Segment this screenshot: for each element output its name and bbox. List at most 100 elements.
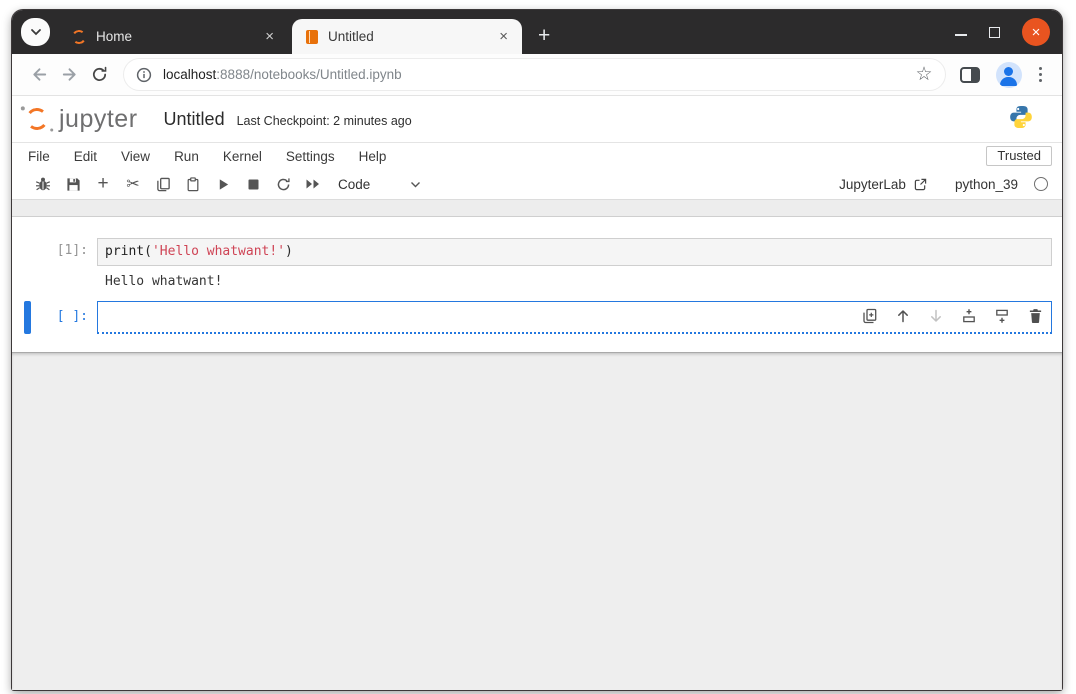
url-text[interactable]: localhost:8888/notebooks/Untitled.ipynb bbox=[163, 67, 402, 82]
notebook-cells-area: [1]: print('Hello whatwant!') Hello what… bbox=[12, 217, 1062, 352]
menu-help[interactable]: Help bbox=[347, 146, 399, 167]
move-cell-up-button[interactable] bbox=[893, 306, 913, 326]
menu-run[interactable]: Run bbox=[162, 146, 211, 167]
minimize-button[interactable] bbox=[955, 34, 967, 36]
site-info-icon[interactable] bbox=[136, 67, 152, 83]
menu-kernel[interactable]: Kernel bbox=[211, 146, 274, 167]
restart-run-all-button[interactable] bbox=[298, 172, 328, 196]
browser-toolbar: localhost:8888/notebooks/Untitled.ipynb … bbox=[12, 54, 1062, 96]
browser-window: Home × Untitled × + × localhost:8888/not… bbox=[12, 10, 1062, 690]
restart-kernel-button[interactable] bbox=[268, 172, 298, 196]
code-token: ( bbox=[144, 244, 152, 259]
fast-forward-icon bbox=[306, 179, 319, 189]
menu-bar: File Edit View Run Kernel Settings Help … bbox=[12, 143, 1062, 169]
trash-icon bbox=[1029, 309, 1041, 324]
reload-button[interactable] bbox=[84, 60, 114, 90]
tab-home[interactable]: Home × bbox=[58, 19, 288, 54]
save-icon bbox=[66, 177, 80, 191]
forward-button[interactable] bbox=[54, 60, 84, 90]
browser-menu-icon[interactable] bbox=[1031, 66, 1051, 83]
menu-file[interactable]: File bbox=[16, 146, 62, 167]
execution-prompt: [1]: bbox=[56, 243, 88, 258]
menu-settings[interactable]: Settings bbox=[274, 146, 347, 167]
last-checkpoint: Last Checkpoint: 2 minutes ago bbox=[236, 113, 412, 128]
jupyter-favicon-icon bbox=[71, 28, 87, 45]
code-token: print bbox=[105, 244, 145, 259]
paste-icon bbox=[187, 176, 199, 191]
jupyter-logo-icon[interactable] bbox=[24, 106, 50, 132]
insert-cell-below-button[interactable] bbox=[992, 306, 1012, 326]
tab-untitled[interactable]: Untitled × bbox=[292, 19, 522, 54]
notebook-panel: [1]: print('Hello whatwant!') Hello what… bbox=[12, 217, 1062, 690]
duplicate-cell-button[interactable] bbox=[860, 306, 880, 326]
code-cell-1: [1]: print('Hello whatwant!') bbox=[12, 238, 1062, 266]
paste-cell-button[interactable] bbox=[178, 172, 208, 196]
insert-cell-button[interactable]: + bbox=[88, 172, 118, 196]
cell-type-chevron-icon[interactable] bbox=[410, 181, 421, 188]
insert-below-icon bbox=[996, 309, 1008, 323]
copy-icon bbox=[156, 177, 170, 191]
cell-collapser[interactable] bbox=[24, 301, 31, 334]
cell-toolbar bbox=[860, 306, 1045, 326]
code-cell-2: [ ]: bbox=[12, 301, 1062, 334]
cell-type-select[interactable]: Code bbox=[338, 177, 370, 192]
delete-cell-button[interactable] bbox=[1025, 306, 1045, 326]
python-logo-icon bbox=[1008, 104, 1034, 135]
trusted-badge[interactable]: Trusted bbox=[986, 146, 1052, 166]
kernel-status-icon[interactable] bbox=[1034, 177, 1048, 191]
bug-icon bbox=[35, 177, 51, 191]
code-cell-1-input[interactable]: print('Hello whatwant!') bbox=[97, 238, 1052, 266]
close-icon[interactable]: × bbox=[261, 28, 278, 45]
insert-above-icon bbox=[963, 309, 975, 323]
notebook-toolbar: + ✂ Code JupyterLab python_39 bbox=[12, 169, 1062, 199]
execution-prompt-empty: [ ]: bbox=[56, 309, 88, 324]
address-bar[interactable]: localhost:8888/notebooks/Untitled.ipynb … bbox=[124, 59, 945, 90]
menu-edit[interactable]: Edit bbox=[62, 146, 109, 167]
forward-icon bbox=[62, 68, 76, 81]
debugger-button[interactable] bbox=[28, 172, 58, 196]
move-cell-down-button[interactable] bbox=[926, 306, 946, 326]
code-token: ) bbox=[285, 244, 293, 259]
cell-output-text: Hello whatwant! bbox=[105, 274, 223, 289]
chevron-down-icon bbox=[30, 29, 41, 36]
tab-home-label: Home bbox=[96, 29, 133, 44]
window-close-button[interactable]: × bbox=[1022, 18, 1050, 46]
open-jupyterlab-link[interactable]: JupyterLab bbox=[839, 177, 906, 192]
close-icon[interactable]: × bbox=[495, 28, 512, 45]
back-icon bbox=[32, 68, 46, 81]
browser-tab-strip: Home × Untitled × + × bbox=[12, 10, 1062, 54]
notebook-favicon-icon bbox=[306, 29, 318, 44]
save-button[interactable] bbox=[58, 172, 88, 196]
jupyter-brand[interactable]: jupyter bbox=[59, 105, 138, 134]
insert-cell-above-button[interactable] bbox=[959, 306, 979, 326]
menu-view[interactable]: View bbox=[109, 146, 162, 167]
code-cell-2-input[interactable] bbox=[97, 301, 1052, 334]
notebook-title[interactable]: Untitled bbox=[164, 109, 225, 130]
back-button[interactable] bbox=[24, 60, 54, 90]
external-link-icon[interactable] bbox=[914, 178, 927, 191]
reload-icon bbox=[92, 66, 106, 81]
bookmark-star-icon[interactable]: ☆ bbox=[915, 63, 932, 86]
profile-avatar[interactable] bbox=[995, 61, 1022, 88]
window-controls: × bbox=[955, 10, 1050, 54]
notebook-background[interactable] bbox=[12, 352, 1062, 690]
maximize-button[interactable] bbox=[989, 26, 1000, 38]
tab-search-button[interactable] bbox=[21, 18, 50, 46]
tab-untitled-label: Untitled bbox=[328, 29, 374, 44]
toolbar-divider bbox=[12, 199, 1062, 217]
side-panel-icon[interactable] bbox=[959, 66, 980, 83]
arrow-up-icon bbox=[898, 310, 908, 323]
arrow-down-icon bbox=[931, 309, 941, 322]
stop-icon bbox=[248, 179, 258, 189]
url-path: :8888/notebooks/Untitled.ipynb bbox=[216, 67, 402, 82]
new-tab-button[interactable]: + bbox=[528, 25, 560, 46]
interrupt-kernel-button[interactable] bbox=[238, 172, 268, 196]
restart-icon bbox=[277, 177, 290, 190]
run-cell-button[interactable] bbox=[208, 172, 238, 196]
code-cell-1-output-row: Hello whatwant! bbox=[12, 272, 1062, 292]
cut-cell-button[interactable]: ✂ bbox=[118, 172, 148, 196]
kernel-name[interactable]: python_39 bbox=[955, 177, 1018, 192]
copy-cell-button[interactable] bbox=[148, 172, 178, 196]
url-host: localhost bbox=[163, 67, 217, 82]
code-token: 'Hello whatwant!' bbox=[151, 244, 286, 259]
